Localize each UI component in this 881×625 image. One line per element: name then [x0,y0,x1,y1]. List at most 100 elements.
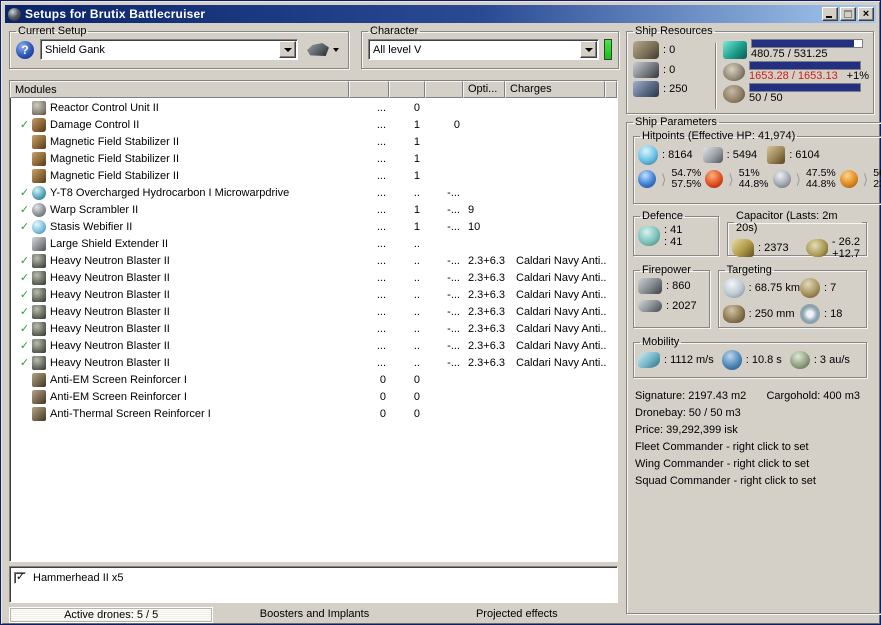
maximize-button[interactable] [840,7,856,21]
setup-select[interactable]: Shield Gank [40,39,298,60]
defence-value-2: : 41 [664,236,683,248]
explosive-resist-stat: ⟩ 56.3% 23.5% [839,168,881,190]
module-cpu: 1 [413,203,420,216]
module-active-check-icon[interactable]: ✓ [17,288,32,301]
module-row[interactable]: ✓ Warp Scrambler II... 1 -... 9 [11,201,616,218]
volley-value: : 2027 [666,300,697,312]
module-active-check-icon[interactable]: ✓ [17,322,32,335]
module-active-check-icon[interactable]: ✓ [17,118,32,131]
setup-select-dropdown-button[interactable] [279,41,296,58]
character-select-dropdown-button[interactable] [580,41,597,58]
module-row[interactable]: Anti-EM Screen Reinforcer I 0 0 [11,371,616,388]
module-row[interactable]: ✓ Y-T8 Overcharged Hydrocarbon I Microwar… [11,184,616,201]
rcu-module-icon [32,100,46,115]
module-name: Stasis Webifier II [50,220,133,233]
module-row[interactable]: Reactor Control Unit II... 0 [11,99,616,116]
column-header-optimal[interactable]: Opti... [463,81,505,98]
module-row[interactable]: ✓ Heavy Neutron Blaster II..... -... 2.3+6.… [11,354,616,371]
module-active-check-icon[interactable]: ✓ [17,254,32,267]
module-row[interactable]: ✓ Heavy Neutron Blaster II..... -... 2.3+6.… [11,269,616,286]
capacitor-recharge: +12.7 [832,248,860,260]
help-icon[interactable]: ? [16,40,34,59]
firepower-label: Firepower [642,264,691,276]
module-row[interactable]: Magnetic Field Stabilizer II... 1 [11,167,616,184]
module-row[interactable]: Anti-Thermal Screen Reinforcer I 0 0 [11,405,616,422]
module-cpu: .. [413,356,420,369]
module-row[interactable]: Magnetic Field Stabilizer II... 1 [11,150,616,167]
close-icon: × [862,8,870,20]
module-row[interactable]: ✓ Heavy Neutron Blaster II..... -... 2.3+6.… [11,337,616,354]
maximize-icon [844,10,852,18]
module-row[interactable]: ✓ Heavy Neutron Blaster II..... -... 2.3+6.… [11,286,616,303]
module-row[interactable]: Large Shield Extender II..... [11,235,616,252]
modules-table-header: Modules Opti... Charges [10,81,617,98]
wing-commander-line[interactable]: Wing Commander - right click to set [635,456,881,473]
module-row[interactable]: ✓ Damage Control II... 1 0 [11,116,616,133]
module-active-check-icon[interactable]: ✓ [17,186,32,199]
turret-slots-stat: : 0 [633,41,713,59]
module-pg: -... [447,186,460,199]
module-active-check-icon[interactable]: ✓ [17,339,32,352]
title-bar[interactable]: Setups for Brutix Battlecruiser × [5,5,876,23]
module-active-check-icon[interactable]: ✓ [17,271,32,284]
module-meta: ... [376,305,386,318]
squad-commander-line[interactable]: Squad Commander - right click to set [635,473,881,490]
sensor-strength-value: : 7 [824,282,837,294]
drone-value: 50 / 50 [749,92,783,104]
column-header-modules[interactable]: Modules [10,81,349,98]
module-meta: 0 [379,390,386,403]
bottom-tab-boosters-implants[interactable]: Boosters and Implants [213,607,415,623]
window-title: Setups for Brutix Battlecruiser [25,7,206,21]
bottom-tabs: Active drones: 5 / 5 Boosters and Implant… [9,607,618,623]
module-row[interactable]: ✓ Heavy Neutron Blaster II..... -... 2.3+6.… [11,252,616,269]
close-button[interactable]: × [858,7,874,21]
calibration-icon [633,81,659,97]
module-active-check-icon[interactable]: ✓ [17,305,32,318]
speed-icon [638,352,660,368]
module-pg: -... [447,356,460,369]
module-row[interactable]: ✓ Heavy Neutron Blaster II..... -... 2.3+6.… [11,320,616,337]
drone-bar [749,83,861,92]
column-header-meta[interactable] [349,81,389,98]
column-header-cpu[interactable] [389,81,425,98]
module-meta: ... [376,203,386,216]
column-header-pg[interactable] [425,81,463,98]
shield-icon [638,145,658,165]
ship-parameters-group: Ship Parameters Hitpoints (Effective HP:… [626,116,881,614]
warp-speed-value: : 3 au/s [813,354,850,366]
column-header-charges[interactable]: Charges [505,81,605,98]
module-optimal: 10 [468,220,481,233]
module-cpu: .. [413,339,420,352]
bottom-tab-projected-effects[interactable]: Projected effects [416,607,618,623]
module-charge: Caldari Navy Anti... [516,254,606,267]
module-name: Large Shield Extender II [50,237,169,250]
drone-active-checkbox[interactable]: ✓ [14,571,26,584]
cpu-icon [723,40,747,59]
ship-resources-label: Ship Resources [635,25,713,37]
module-active-check-icon[interactable]: ✓ [17,220,32,233]
bottom-tab-active-drones[interactable]: Active drones: 5 / 5 [9,607,214,623]
blaster-module-icon [32,321,46,336]
module-pg: -... [447,288,460,301]
fleet-commander-line[interactable]: Fleet Commander - right click to set [635,439,881,456]
ship-parameters-label: Ship Parameters [635,116,717,128]
module-row[interactable]: Anti-EM Screen Reinforcer I 0 0 [11,388,616,405]
module-optimal: 2.3+6.3 [468,254,506,267]
module-row[interactable]: Magnetic Field Stabilizer II... 1 [11,133,616,150]
character-select[interactable]: All level V [368,39,599,60]
module-active-check-icon[interactable]: ✓ [17,203,32,216]
blaster-module-icon [32,253,46,268]
setup-tools-button[interactable] [304,41,342,58]
chevron-down-icon [584,47,593,52]
module-row[interactable]: ✓ Heavy Neutron Blaster II..... -... 2.3+6.… [11,303,616,320]
targeting-range-stat: : 68.75 km [722,278,800,298]
defence-stat: : 41 : 41 [638,224,714,248]
module-active-check-icon[interactable]: ✓ [17,356,32,369]
module-charge: Caldari Navy Anti... [516,271,606,284]
warp-speed-icon [789,351,810,369]
minimize-button[interactable] [822,7,838,21]
module-meta: ... [376,135,386,148]
kinetic-armor-resist: 44.8% [805,178,836,190]
module-row[interactable]: ✓ Stasis Webifier II... 1 -... 10 [11,218,616,235]
drone-list-item[interactable]: ✓ Hammerhead II x5 [14,570,613,586]
